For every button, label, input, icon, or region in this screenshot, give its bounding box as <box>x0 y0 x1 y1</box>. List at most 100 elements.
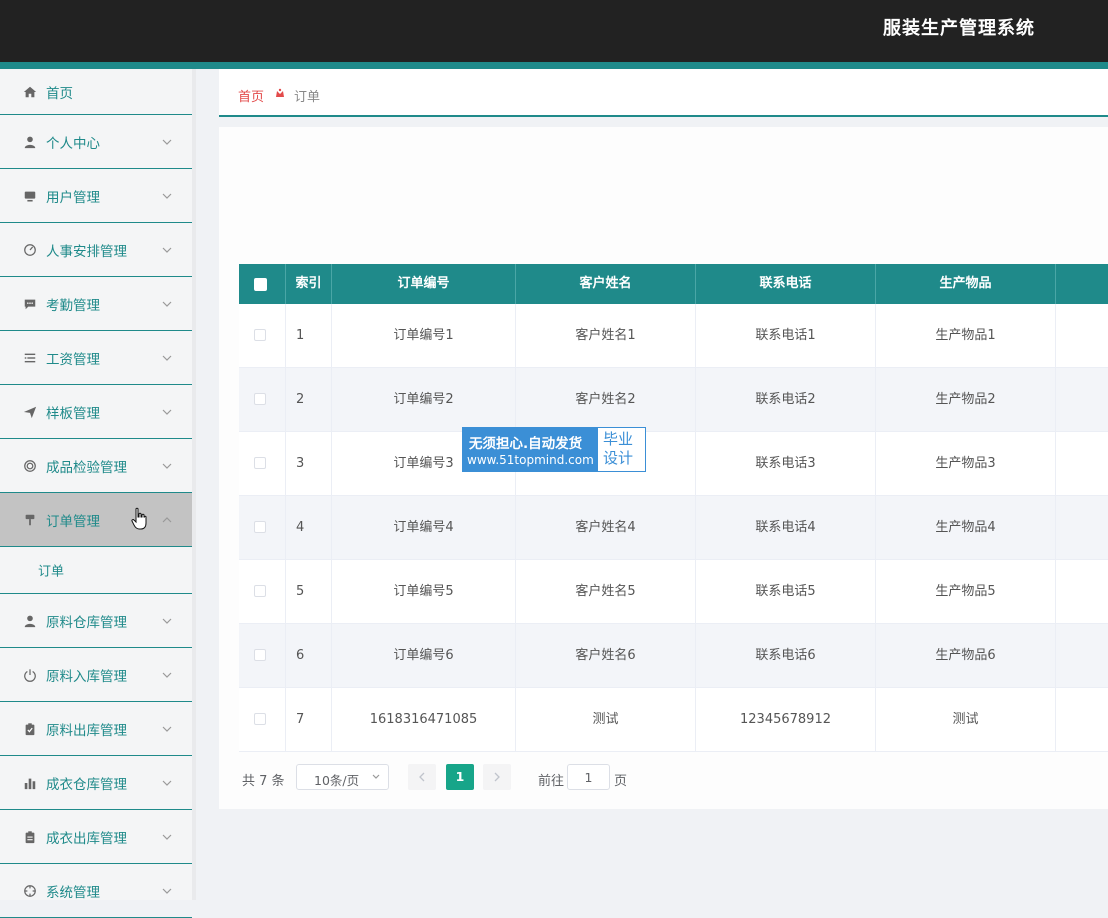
watermark-line2: www.51topmind.com <box>467 453 594 467</box>
column-header[interactable]: 客户姓名 <box>516 264 696 304</box>
sidebar-item-3[interactable]: 用户管理 <box>0 169 192 223</box>
sidebar-item-5[interactable]: 考勤管理 <box>0 277 192 331</box>
chevron-down-icon <box>162 618 172 624</box>
page-number-button[interactable]: 1 <box>446 764 474 790</box>
table-cell: 4 <box>286 496 332 559</box>
user-icon <box>22 134 38 150</box>
table-cell: 联系电话1 <box>696 304 876 367</box>
watermark-left: 无须担心.自动发货 www.51topmind.com <box>463 428 598 471</box>
chevron-down-icon <box>162 726 172 732</box>
breadcrumb-home-link[interactable]: 首页 <box>238 86 264 105</box>
table-cell: 生产物品2 <box>876 368 1056 431</box>
sidebar-item-1[interactable]: 首页 <box>0 69 192 115</box>
sidebar-item-label: 工资管理 <box>46 351 100 368</box>
mouse-pointer-icon <box>131 507 147 530</box>
table-cell: 联系电话6 <box>696 624 876 687</box>
top-bar-accent-line <box>0 62 1108 69</box>
table-row[interactable]: 5 订单编号5 客户姓名5 联系电话5 生产物品5 <box>239 560 1108 624</box>
chevron-down-icon <box>162 888 172 894</box>
chevron-down-icon <box>162 409 172 415</box>
table-cell: 生产物品6 <box>876 624 1056 687</box>
table-row[interactable]: 4 订单编号4 客户姓名4 联系电话4 生产物品4 <box>239 496 1108 560</box>
table-row[interactable]: 2 订单编号2 客户姓名2 联系电话2 生产物品2 <box>239 368 1108 432</box>
home-icon <box>22 84 38 100</box>
page-size-select[interactable]: 10条/页 <box>296 764 389 790</box>
sidebar-item-label: 订单管理 <box>46 513 100 530</box>
table-row[interactable]: 1 订单编号1 客户姓名1 联系电话1 生产物品1 <box>239 304 1108 368</box>
submenu-item[interactable]: 订单 <box>0 547 192 594</box>
table-cell: 6 <box>286 624 332 687</box>
column-header[interactable]: 生产物品 <box>876 264 1056 304</box>
table-cell: 7 <box>286 688 332 751</box>
select-all-checkbox[interactable] <box>254 278 267 291</box>
breadcrumb-current: 订单 <box>294 90 321 105</box>
row-select-cell <box>239 432 286 495</box>
goto-page-input[interactable] <box>567 764 610 790</box>
chevron-down-icon <box>162 463 172 469</box>
sidebar-item-6[interactable]: 工资管理 <box>0 331 192 385</box>
table-cell: 联系电话3 <box>696 432 876 495</box>
target-icon <box>22 458 38 474</box>
breadcrumb: 首页 订单 <box>219 69 1108 117</box>
sidebar-item-9[interactable]: 订单管理 <box>0 493 192 547</box>
prev-page-button[interactable] <box>408 764 436 790</box>
sidebar-item-7[interactable]: 样板管理 <box>0 385 192 439</box>
sidebar-item-14[interactable]: 成衣出库管理 <box>0 810 192 864</box>
table-cell: 客户姓名6 <box>516 624 696 687</box>
chevron-left-icon <box>419 772 425 782</box>
table-cell: 生产物品4 <box>876 496 1056 559</box>
table-cell: 5 <box>286 560 332 623</box>
table-cell: 2 <box>286 368 332 431</box>
row-checkbox[interactable] <box>254 329 266 341</box>
row-select-cell <box>239 624 286 687</box>
chevron-down-icon <box>162 193 172 199</box>
page-size-value: 10条/页 <box>314 773 360 788</box>
sidebar-item-8[interactable]: 成品检验管理 <box>0 439 192 493</box>
row-checkbox[interactable] <box>254 713 266 725</box>
clipboard-check-icon <box>22 721 38 737</box>
watermark-line1: 无须担心.自动发货 <box>469 436 583 452</box>
sidebar-item-label: 成衣仓库管理 <box>46 776 127 793</box>
table-cell: 测试 <box>516 688 696 751</box>
chevron-down-icon <box>162 834 172 840</box>
pin-icon <box>22 512 38 528</box>
row-checkbox[interactable] <box>254 393 266 405</box>
sidebar-item-label: 用户管理 <box>46 189 100 206</box>
sidebar-item-15[interactable]: 系统管理 <box>0 864 192 918</box>
sidebar-item-4[interactable]: 人事安排管理 <box>0 223 192 277</box>
table-row[interactable]: 3 订单编号3 联系电话3 生产物品3 <box>239 432 1108 496</box>
sidebar-item-2[interactable]: 个人中心 <box>0 115 192 169</box>
row-select-cell <box>239 496 286 559</box>
column-header[interactable]: 联系电话 <box>696 264 876 304</box>
sidebar-item-10[interactable]: 原料仓库管理 <box>0 594 192 648</box>
chevron-up-icon <box>162 516 172 522</box>
row-select-cell <box>239 560 286 623</box>
table-cell-overflow <box>1056 304 1108 367</box>
sidebar-item-label: 原料仓库管理 <box>46 614 127 631</box>
row-checkbox[interactable] <box>254 521 266 533</box>
row-checkbox[interactable] <box>254 585 266 597</box>
table-cell: 订单编号1 <box>332 304 516 367</box>
table-row[interactable]: 6 订单编号6 客户姓名6 联系电话6 生产物品6 <box>239 624 1108 688</box>
row-checkbox[interactable] <box>254 457 266 469</box>
column-header[interactable]: 索引 <box>286 264 332 304</box>
sidebar-item-11[interactable]: 原料入库管理 <box>0 648 192 702</box>
sidebar-item-13[interactable]: 成衣仓库管理 <box>0 756 192 810</box>
table-cell: 1618316471085 <box>332 688 516 751</box>
chevron-down-icon <box>162 672 172 678</box>
table-row[interactable]: 7 1618316471085 测试 12345678912 测试 <box>239 688 1108 752</box>
row-checkbox[interactable] <box>254 649 266 661</box>
table-cell: 客户姓名1 <box>516 304 696 367</box>
column-header[interactable]: 订单编号 <box>332 264 516 304</box>
next-page-button[interactable] <box>483 764 511 790</box>
goto-label: 前往 <box>538 774 565 789</box>
sidebar-item-label: 样板管理 <box>46 405 100 422</box>
row-select-cell <box>239 368 286 431</box>
row-select-cell <box>239 304 286 367</box>
row-select-cell <box>239 688 286 751</box>
table-cell: 订单编号4 <box>332 496 516 559</box>
table-cell: 生产物品1 <box>876 304 1056 367</box>
sidebar-item-12[interactable]: 原料出库管理 <box>0 702 192 756</box>
power-icon <box>22 667 38 683</box>
monitor-icon <box>22 188 38 204</box>
